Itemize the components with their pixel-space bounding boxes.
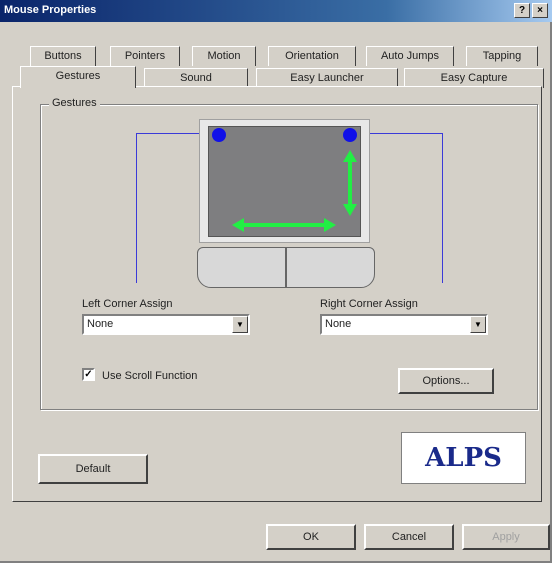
apply-button[interactable]: Apply: [462, 524, 550, 550]
default-button[interactable]: Default: [38, 454, 148, 484]
tab-gestures[interactable]: Gestures: [20, 66, 136, 88]
alps-logo: ALPS: [401, 432, 526, 484]
right-corner-select[interactable]: None ▼: [320, 314, 488, 335]
touchpad-right-button: [286, 247, 375, 288]
options-button[interactable]: Options...: [398, 368, 494, 394]
scroll-checkbox[interactable]: ✓: [82, 368, 95, 381]
left-corner-select[interactable]: None ▼: [82, 314, 250, 335]
vertical-scroll-arrow-icon: [343, 150, 357, 216]
left-corner-value: None: [87, 318, 114, 330]
mouse-properties-window: Mouse Properties ? × Buttons Pointers Mo…: [0, 0, 552, 563]
touchpad-left-button: [197, 247, 286, 288]
scroll-label: Use Scroll Function: [102, 370, 198, 382]
cancel-button[interactable]: Cancel: [364, 524, 454, 550]
chevron-down-icon[interactable]: ▼: [470, 316, 486, 333]
chevron-down-icon[interactable]: ▼: [232, 316, 248, 333]
ok-button[interactable]: OK: [266, 524, 356, 550]
right-corner-value: None: [325, 318, 352, 330]
right-corner-label: Right Corner Assign: [320, 298, 418, 310]
horizontal-scroll-arrow-icon: [232, 218, 336, 232]
left-corner-label: Left Corner Assign: [82, 298, 173, 310]
